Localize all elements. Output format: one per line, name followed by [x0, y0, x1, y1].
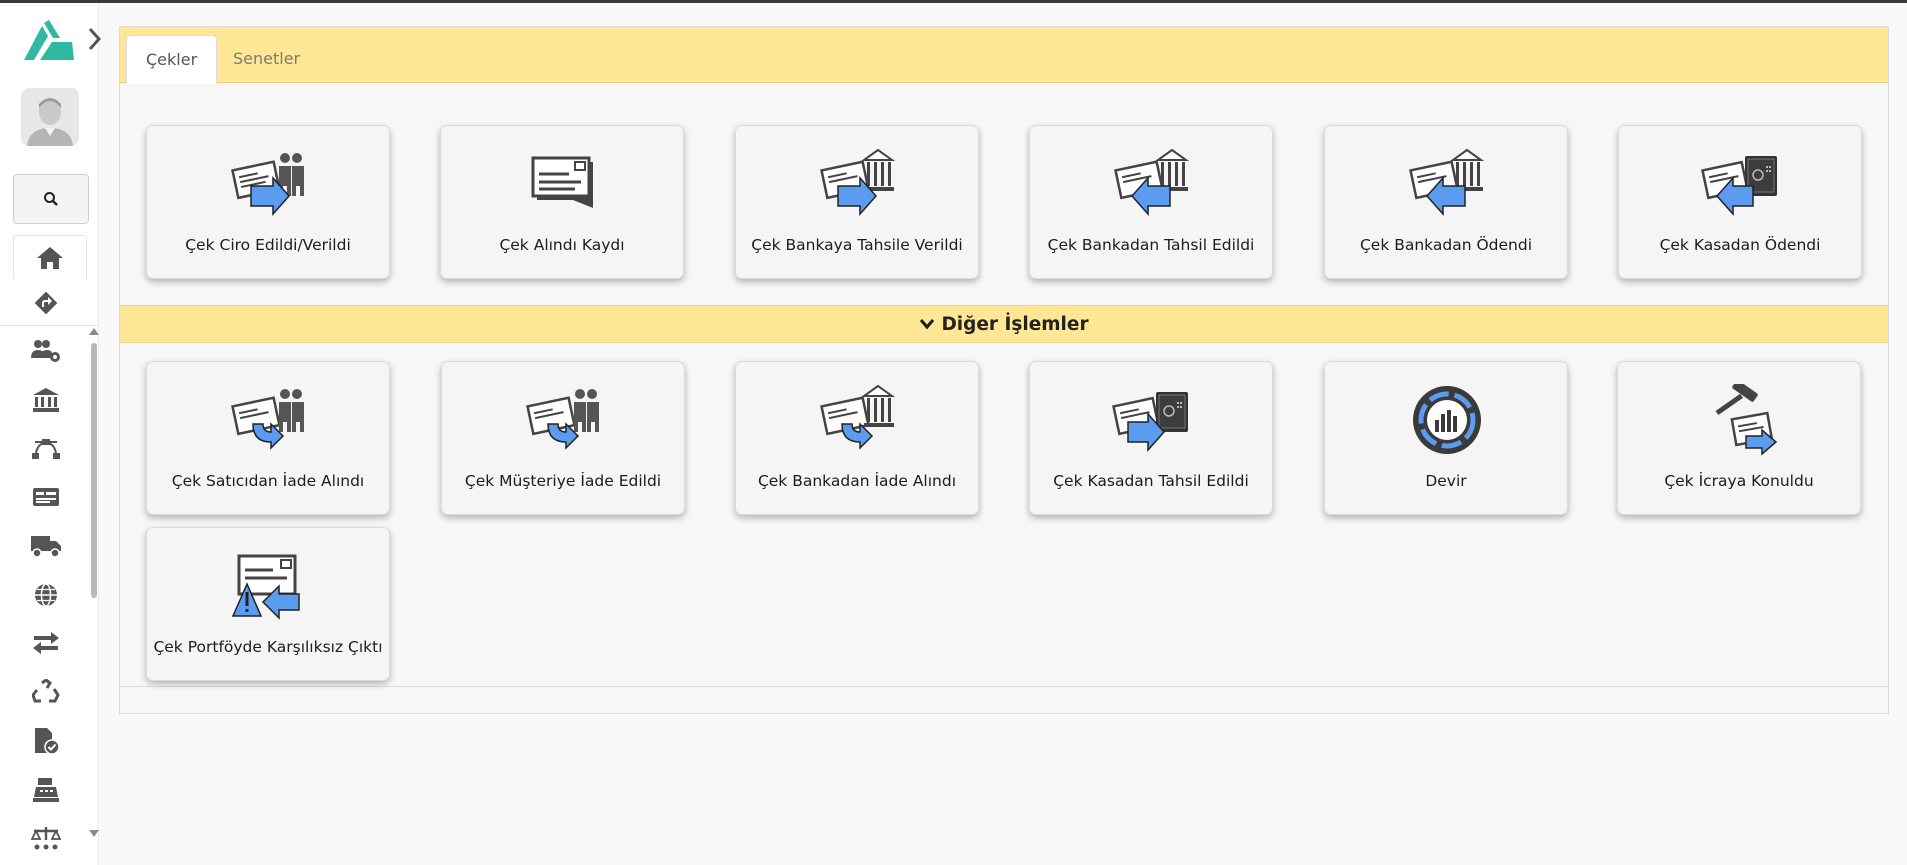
action-card-cek-saticidan-iade[interactable]: Çek Satıcıdan İade Alındı	[146, 361, 390, 515]
transfer-chart-icon	[1407, 384, 1487, 456]
action-card-cek-bankadan-tahsil[interactable]: Çek Bankadan Tahsil Edildi	[1029, 125, 1273, 279]
nav-bank[interactable]	[26, 384, 66, 416]
nav-scales[interactable]	[26, 823, 66, 855]
nav-transfer[interactable]	[26, 627, 66, 659]
check-bounced-icon	[229, 550, 309, 622]
share-arrow-icon	[34, 291, 58, 315]
check-return-people-icon	[229, 384, 309, 456]
action-card-cek-kasadan-tahsil[interactable]: Çek Kasadan Tahsil Edildi	[1029, 361, 1273, 515]
nav-cash-register[interactable]	[26, 774, 66, 806]
action-label: Çek İcraya Konuldu	[1664, 472, 1814, 490]
check-return-customer-icon	[524, 384, 604, 456]
home-icon	[37, 246, 63, 269]
sidebar-scrollbar[interactable]	[88, 328, 99, 841]
chevron-down-icon	[920, 318, 935, 330]
action-label: Çek Ciro Edildi/Verildi	[185, 236, 351, 254]
nav-globe[interactable]	[26, 579, 66, 611]
sidebar	[0, 3, 102, 865]
id-card-icon	[33, 488, 59, 506]
vector-nodes-icon	[32, 439, 60, 459]
nav-recycle[interactable]	[26, 676, 66, 708]
nav-share-arrow[interactable]	[26, 287, 66, 319]
nav-file-check[interactable]	[26, 725, 66, 757]
avatar[interactable]	[21, 88, 79, 146]
action-card-cek-bankadan-iade[interactable]: Çek Bankadan İade Alındı	[735, 361, 979, 515]
actions-container: Çek Ciro Edildi/Verildi Çek Alındı Kaydı	[120, 83, 1888, 687]
sidebar-expand-chevron-icon[interactable]	[86, 25, 102, 53]
check-gavel-icon	[1700, 380, 1780, 456]
action-label: Devir	[1425, 472, 1467, 490]
tab-senetler[interactable]: Senetler	[214, 35, 319, 83]
action-card-cek-ciro[interactable]: Çek Ciro Edildi/Verildi	[146, 125, 390, 279]
action-label: Çek Bankadan Ödendi	[1359, 236, 1533, 254]
action-label: Çek Bankadan İade Alındı	[757, 472, 957, 490]
nav-id-card[interactable]	[26, 481, 66, 513]
check-safe-collect-icon	[1112, 384, 1192, 456]
nav-divider	[0, 325, 99, 326]
action-card-cek-kasadan-odendi[interactable]: Çek Kasadan Ödendi	[1618, 125, 1862, 279]
action-card-cek-bankaya-tahsile[interactable]: Çek Bankaya Tahsile Verildi	[735, 125, 979, 279]
brand-logo[interactable]	[22, 18, 76, 62]
nav-truck[interactable]	[26, 530, 66, 562]
recycle-icon	[32, 679, 60, 703]
search-icon	[44, 192, 58, 206]
truck-icon	[31, 536, 61, 558]
scroll-down-arrow-icon[interactable]	[89, 830, 99, 837]
section-title: Diğer İşlemler	[941, 313, 1089, 335]
action-label: Çek Portföyde Karşılıksız Çıktı	[153, 638, 383, 656]
check-paid-bank-icon	[1407, 148, 1487, 220]
bank-icon	[33, 388, 59, 412]
tab-content: Çek Ciro Edildi/Verildi Çek Alındı Kaydı	[120, 83, 1888, 713]
scales-icon	[31, 827, 61, 850]
other-operations-toggle[interactable]: Diğer İşlemler	[120, 305, 1888, 343]
action-card-cek-icraya[interactable]: Çek İcraya Konuldu	[1617, 361, 1861, 515]
nav-home[interactable]	[13, 235, 87, 279]
check-paid-safe-icon	[1701, 148, 1781, 220]
check-return-bank-icon	[818, 384, 898, 456]
check-to-bank-icon	[818, 148, 898, 220]
action-card-cek-karsiliksiz[interactable]: Çek Portföyde Karşılıksız Çıktı	[146, 527, 390, 681]
tab-cekler[interactable]: Çekler	[126, 35, 218, 84]
search-button[interactable]	[13, 174, 89, 224]
nav-vector[interactable]	[26, 433, 66, 465]
globe-icon	[35, 583, 57, 607]
check-received-icon	[523, 148, 603, 220]
scroll-up-arrow-icon[interactable]	[89, 328, 99, 335]
tab-bar: Çekler Senetler	[120, 27, 1888, 84]
action-label: Çek Satıcıdan İade Alındı	[171, 472, 365, 490]
checks-panel: Çekler Senetler Çek Ciro Edildi/Verildi	[119, 26, 1889, 714]
check-from-bank-icon	[1112, 148, 1192, 220]
file-check-icon	[35, 728, 60, 755]
nav-users[interactable]	[26, 335, 66, 367]
action-label: Çek Alındı Kaydı	[499, 236, 625, 254]
transfer-arrows-icon	[33, 632, 59, 654]
action-label: Çek Müşteriye İade Edildi	[464, 472, 662, 490]
action-card-cek-bankadan-odendi[interactable]: Çek Bankadan Ödendi	[1324, 125, 1568, 279]
action-card-cek-alindi[interactable]: Çek Alındı Kaydı	[440, 125, 684, 279]
action-label: Çek Kasadan Tahsil Edildi	[1053, 472, 1249, 490]
scroll-thumb[interactable]	[91, 343, 97, 598]
cash-register-icon	[33, 778, 59, 802]
action-card-cek-musteriye-iade[interactable]: Çek Müşteriye İade Edildi	[441, 361, 685, 515]
check-to-people-icon	[229, 148, 309, 220]
action-card-devir[interactable]: Devir	[1324, 361, 1568, 515]
action-label: Çek Kasadan Ödendi	[1659, 236, 1821, 254]
action-label: Çek Bankadan Tahsil Edildi	[1047, 236, 1255, 254]
window-top-border	[0, 0, 1907, 3]
action-label: Çek Bankaya Tahsile Verildi	[751, 236, 963, 254]
users-gear-icon	[31, 340, 60, 362]
